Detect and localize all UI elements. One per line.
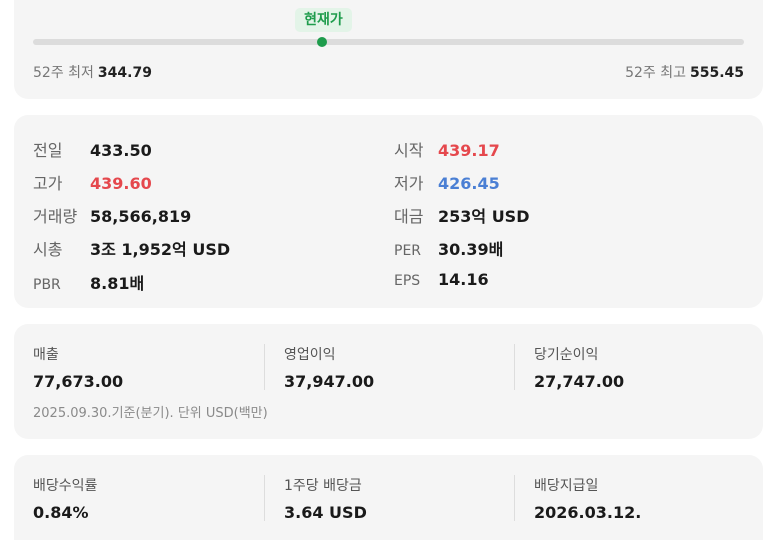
- operating-income-label: 영업이익: [284, 347, 336, 363]
- operating-income-block: 영업이익 37,947.00: [284, 344, 374, 406]
- stat-label: EPS: [394, 273, 421, 289]
- week52-range-track: [33, 37, 744, 47]
- column-divider: [514, 344, 515, 390]
- stat-label: 시작: [394, 141, 424, 160]
- stat-per: PER 30.39배: [394, 236, 503, 260]
- stat-value: 253억 USD: [438, 207, 530, 226]
- stat-value: 14.16: [438, 270, 489, 289]
- income-footnote: 2025.09.30.기준(분기). 단위 USD(백만): [33, 406, 268, 421]
- column-divider: [264, 475, 265, 521]
- revenue-block: 매출 77,673.00: [33, 344, 123, 406]
- price-stats-card: 전일 433.50 시작 439.17 고가 439.60 저가 426.45 …: [14, 115, 763, 308]
- stat-pbr: PBR 8.81배: [33, 270, 144, 294]
- dividend-pay-date-block: 배당지급일 2026.03.12.: [534, 475, 641, 537]
- stat-label: PER: [394, 243, 422, 259]
- revenue-value: 77,673.00: [33, 372, 124, 391]
- stat-open: 시작 439.17: [394, 137, 500, 161]
- stat-label: 거래량: [33, 207, 78, 226]
- dividend-per-share-block: 1주당 배당금 3.64 USD: [284, 475, 367, 537]
- net-income-value: 27,747.00: [534, 372, 625, 391]
- week52-low-label: 52주 최저: [33, 65, 94, 81]
- stat-volume: 거래량 58,566,819: [33, 203, 191, 227]
- dividend-per-share-label: 1주당 배당금: [284, 478, 362, 494]
- net-income-block: 당기순이익 27,747.00: [534, 344, 624, 406]
- stat-label: 시총: [33, 240, 63, 259]
- dividend-per-share-value: 3.64 USD: [284, 503, 367, 522]
- stat-value: 433.50: [90, 141, 152, 160]
- stat-label: 고가: [33, 174, 63, 193]
- stat-low: 저가 426.45: [394, 170, 500, 194]
- dividend-card: 배당수익률 0.84% 1주당 배당금 3.64 USD 배당지급일 2026.…: [14, 455, 763, 540]
- stat-value: 426.45: [438, 174, 500, 193]
- current-price-marker: [316, 37, 327, 47]
- current-price-badge: 현재가: [295, 8, 352, 32]
- dividend-yield-value: 0.84%: [33, 503, 89, 522]
- stat-value: 439.17: [438, 141, 500, 160]
- stat-value: 58,566,819: [90, 207, 192, 226]
- week52-high-label: 52주 최고: [625, 65, 686, 81]
- stat-value: 439.60: [90, 174, 152, 193]
- stat-prev-close: 전일 433.50: [33, 137, 152, 161]
- net-income-label: 당기순이익: [534, 347, 599, 363]
- stat-value: 3조 1,952억 USD: [90, 240, 231, 259]
- stat-label: PBR: [33, 277, 61, 293]
- income-statement-card: 매출 77,673.00 영업이익 37,947.00 당기순이익 27,747…: [14, 324, 763, 439]
- dividend-yield-block: 배당수익률 0.84%: [33, 475, 97, 537]
- operating-income-value: 37,947.00: [284, 372, 375, 391]
- dividend-yield-label: 배당수익률: [33, 478, 98, 494]
- week52-high: 52주 최고 555.45: [625, 62, 744, 82]
- stat-label: 전일: [33, 141, 63, 160]
- stat-label: 저가: [394, 174, 424, 193]
- week52-high-value: 555.45: [689, 65, 744, 81]
- stat-eps: EPS 14.16: [394, 270, 489, 289]
- week52-range-card: 현재가 52주 최저 344.79 52주 최고 555.45: [14, 0, 763, 99]
- dividend-pay-date-label: 배당지급일: [534, 478, 599, 494]
- stat-value: 8.81배: [90, 274, 145, 293]
- column-divider: [514, 475, 515, 521]
- dividend-pay-date-value: 2026.03.12.: [534, 503, 642, 522]
- stat-market-cap: 시총 3조 1,952억 USD: [33, 236, 230, 260]
- stat-value: 30.39배: [438, 240, 504, 259]
- week52-low-value: 344.79: [97, 65, 152, 81]
- week52-low: 52주 최저 344.79: [33, 62, 152, 82]
- stat-high: 고가 439.60: [33, 170, 152, 194]
- stat-turnover: 대금 253억 USD: [394, 203, 530, 227]
- stat-label: 대금: [394, 207, 424, 226]
- column-divider: [264, 344, 265, 390]
- revenue-label: 매출: [33, 347, 59, 363]
